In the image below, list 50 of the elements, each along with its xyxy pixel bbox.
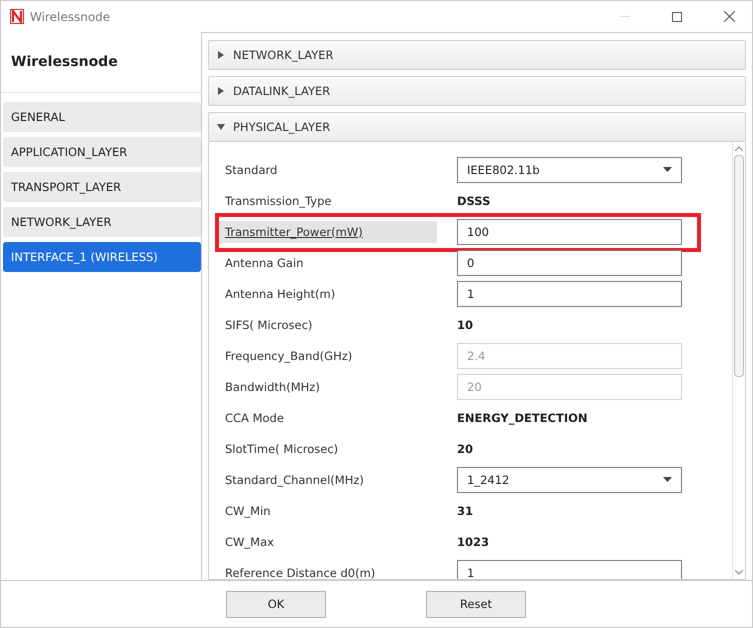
dialog-button[interactable]: Reset	[426, 590, 526, 618]
sidebar-heading: Wirelessnode	[11, 54, 118, 70]
sidebar-item[interactable]: NETWORK_LAYER	[3, 207, 201, 237]
input-field[interactable]: 1	[457, 560, 682, 579]
input-field[interactable]: 100	[457, 218, 682, 244]
property-value: 10	[457, 318, 474, 332]
dropdown-arrow-icon	[663, 167, 672, 172]
sidebar-item[interactable]: APPLICATION_LAYER	[3, 137, 201, 167]
property-label: SIFS( Microsec)	[225, 318, 314, 332]
window-title: Wirelessnode	[30, 10, 112, 24]
property-label: CW_Min	[225, 504, 272, 518]
property-label: SlotTime( Microsec)	[225, 442, 340, 456]
input-field[interactable]: 0	[457, 250, 682, 276]
dropdown[interactable]: 1_2412	[457, 466, 682, 492]
scroll-up-icon[interactable]	[735, 146, 743, 151]
property-label: CW_Max	[225, 534, 275, 548]
property-label: Standard	[225, 162, 278, 176]
dialog-button[interactable]: OK	[226, 590, 326, 618]
sidebar-item[interactable]: INTERFACE_1 (WIRELESS)	[3, 242, 201, 272]
property-label: Frequency_Band(GHz)	[225, 348, 354, 362]
property-value: 1023	[457, 534, 490, 548]
maximize-icon	[672, 12, 682, 22]
property-label: Bandwidth(MHz)	[225, 380, 321, 394]
property-label: Antenna Height(m)	[225, 286, 336, 300]
property-label: Antenna Gain	[225, 256, 304, 270]
property-label: Reference Distance d0(m)	[225, 566, 376, 579]
caret-icon	[217, 123, 225, 131]
property-value: ENERGY_DETECTION	[457, 410, 588, 424]
caret-icon	[217, 87, 225, 95]
property-value: 20	[457, 442, 474, 456]
property-label: Transmission_Type	[225, 194, 332, 208]
property-value: 31	[457, 504, 474, 518]
close-icon	[724, 11, 734, 22]
section-header[interactable]: PHYSICAL_LAYER	[208, 112, 746, 142]
dropdown-arrow-icon	[663, 477, 672, 482]
property-label: Standard_Channel(MHz)	[225, 472, 365, 486]
property-label: Transmitter_Power(mW)	[217, 220, 437, 242]
caret-icon	[217, 51, 225, 59]
property-value: DSSS	[457, 194, 490, 208]
section-header[interactable]: DATALINK_LAYER	[208, 76, 746, 106]
app-logo-icon	[10, 9, 24, 24]
minimize-icon	[620, 16, 630, 17]
dropdown[interactable]: IEEE802.11b	[457, 156, 682, 182]
sidebar-item[interactable]: GENERAL	[3, 102, 201, 132]
sidebar-item[interactable]: TRANSPORT_LAYER	[3, 172, 201, 202]
input-field[interactable]: 1	[457, 280, 682, 306]
scrollbar-thumb[interactable]	[734, 155, 744, 377]
section-header[interactable]: NETWORK_LAYER	[208, 40, 746, 70]
property-label: CCA Mode	[225, 410, 285, 424]
scroll-down-icon[interactable]	[735, 570, 743, 575]
